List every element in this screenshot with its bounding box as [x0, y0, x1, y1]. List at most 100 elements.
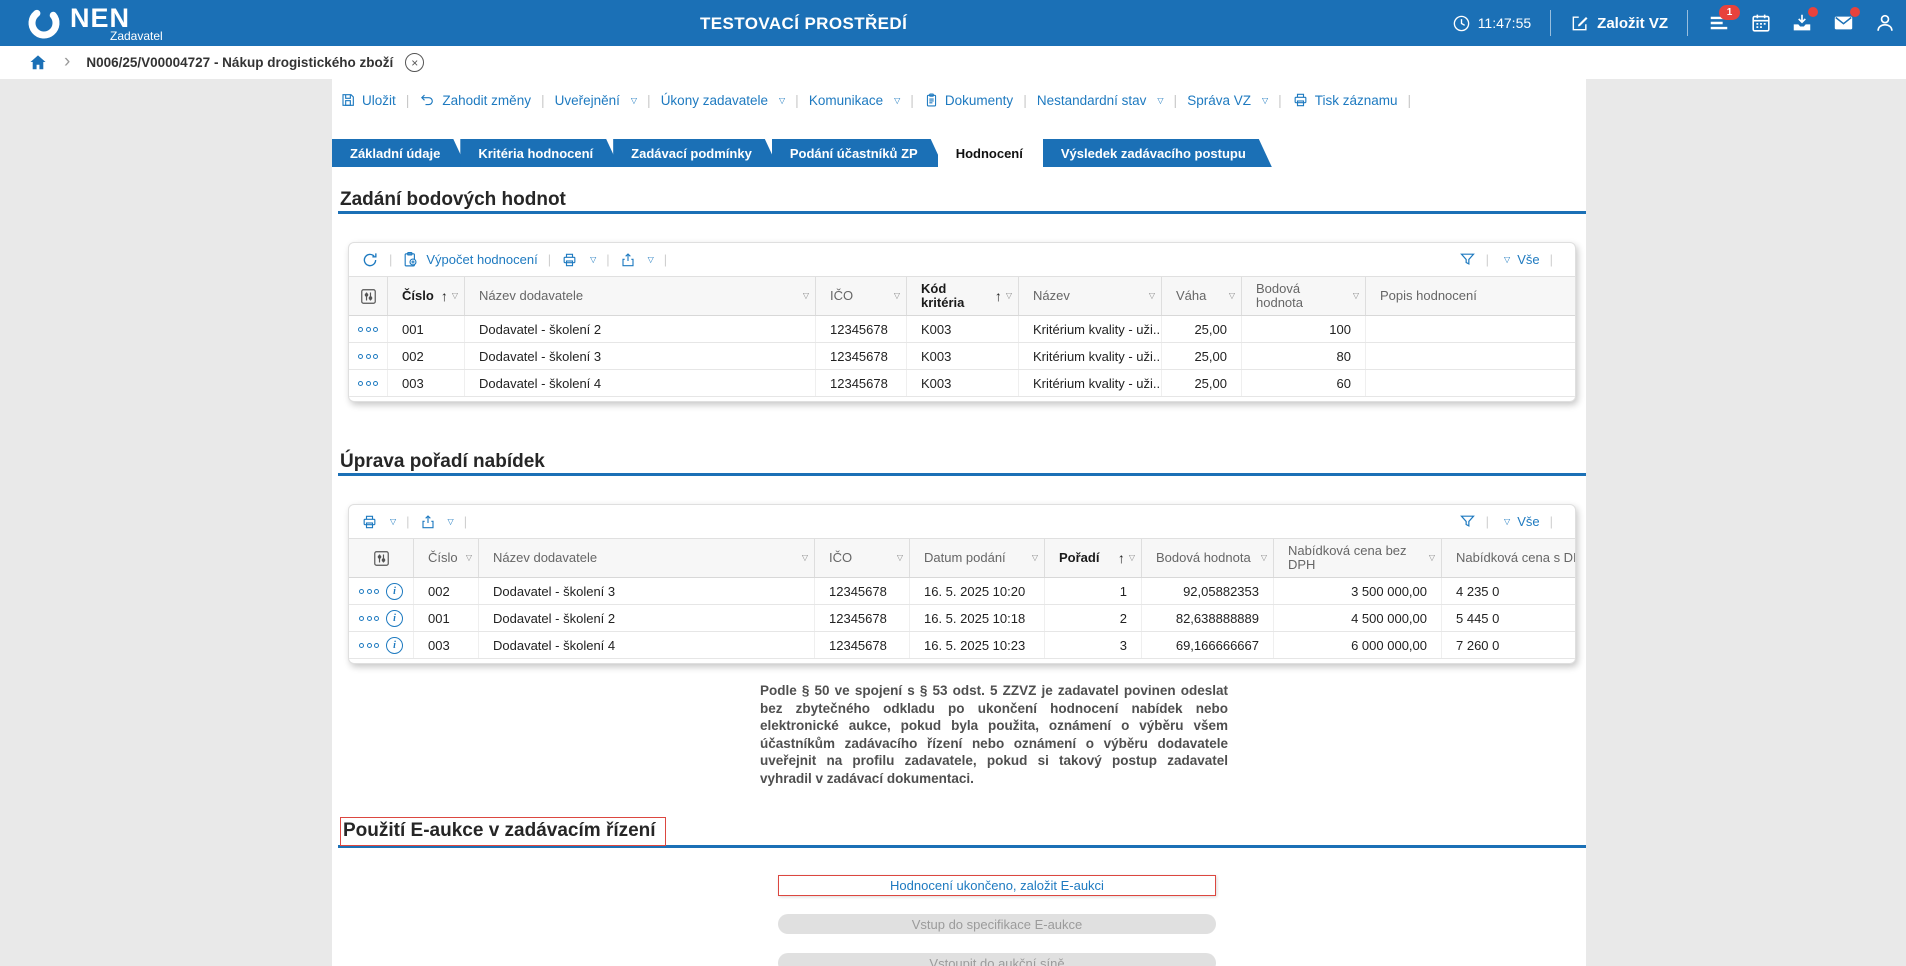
table-row[interactable]: i 001 Dodavatel - školení 2 12345678 16.…	[349, 605, 1575, 632]
filter-all-button[interactable]: ▽ Vše	[1499, 252, 1540, 267]
chevron-down-icon: ▽	[1504, 255, 1510, 264]
column-header-kod-kriteria[interactable]: Kód kritéria ↑▽	[906, 277, 1018, 315]
messages-button[interactable]	[1832, 12, 1855, 34]
sort-asc-icon: ↑	[995, 289, 1002, 303]
section-rule	[338, 473, 1586, 476]
column-settings-button[interactable]	[349, 539, 413, 577]
column-header-vaha[interactable]: Váha ▽	[1161, 277, 1241, 315]
info-icon[interactable]: i	[386, 637, 403, 654]
discard-changes-button[interactable]: Zahodit změny	[419, 92, 531, 108]
vz-management-menu[interactable]: Správa VZ ▽	[1187, 93, 1268, 108]
column-header-ico[interactable]: IČO ▽	[815, 277, 906, 315]
filter-caret-icon[interactable]: ▽	[1229, 289, 1235, 303]
calendar-button[interactable]	[1750, 12, 1772, 34]
filter-button[interactable]	[1459, 513, 1476, 530]
table-row[interactable]: i 002 Dodavatel - školení 3 12345678 16.…	[349, 578, 1575, 605]
table-row[interactable]: 003 Dodavatel - školení 4 12345678 K003 …	[349, 370, 1575, 397]
tab-zadavaci-podminky[interactable]: Zadávací podmínky	[613, 139, 778, 167]
finish-evaluation-create-eauction-button[interactable]: Hodnocení ukončeno, založit E-aukci	[778, 875, 1216, 896]
communication-menu[interactable]: Komunikace ▽	[809, 93, 900, 108]
downloads-button[interactable]	[1791, 12, 1813, 34]
column-settings-button[interactable]	[349, 277, 387, 315]
section-rule	[338, 211, 1586, 214]
tab-strip: Základní údaje Kritéria hodnocení Zadáva…	[332, 139, 1586, 167]
filter-caret-icon[interactable]: ▽	[1129, 551, 1135, 565]
save-button[interactable]: Uložit	[340, 92, 396, 108]
create-vz-button[interactable]: Založit VZ	[1570, 13, 1668, 33]
filter-caret-icon[interactable]: ▽	[452, 289, 458, 303]
filter-button[interactable]	[1459, 251, 1476, 268]
filter-caret-icon[interactable]: ▽	[803, 289, 809, 303]
contracting-authority-actions-menu[interactable]: Úkony zadavatele ▽	[661, 93, 785, 108]
row-actions-icon[interactable]	[359, 616, 379, 621]
column-header-cena-s-dph[interactable]: Nabídková cena s DPH	[1441, 539, 1576, 577]
table-row[interactable]: i 003 Dodavatel - školení 4 12345678 16.…	[349, 632, 1575, 659]
chevron-down-icon: ▽	[590, 255, 596, 264]
tab-hodnoceni[interactable]: Hodnocení	[938, 139, 1049, 167]
filter-caret-icon[interactable]: ▽	[1429, 551, 1435, 565]
table-row[interactable]: 002 Dodavatel - školení 3 12345678 K003 …	[349, 343, 1575, 370]
filter-caret-icon[interactable]: ▽	[1353, 289, 1359, 303]
column-header-nazev-dodavatele[interactable]: Název dodavatele ▽	[478, 539, 814, 577]
main-content-panel: Uložit | Zahodit změny | Uveřejnění ▽ | …	[332, 79, 1586, 966]
column-header-datum-podani[interactable]: Datum podání ▽	[909, 539, 1044, 577]
export-button[interactable]: ▽	[420, 514, 454, 530]
breadcrumb-current[interactable]: N006/25/V00004727 - Nákup drogistického …	[86, 55, 393, 70]
row-actions-icon[interactable]	[359, 589, 379, 594]
export-button[interactable]: ▽	[620, 252, 654, 268]
user-profile-button[interactable]	[1874, 12, 1896, 34]
chevron-down-icon: ▽	[779, 96, 785, 105]
calculate-icon	[402, 251, 419, 268]
documents-button[interactable]: Dokumenty	[924, 92, 1013, 108]
filter-caret-icon[interactable]: ▽	[802, 551, 808, 565]
tab-kriteria-hodnoceni[interactable]: Kritéria hodnocení	[460, 139, 619, 167]
filter-caret-icon[interactable]: ▽	[897, 551, 903, 565]
chevron-down-icon: ▽	[894, 96, 900, 105]
nen-logo-icon	[26, 5, 62, 41]
print-button[interactable]: ▽	[361, 514, 396, 530]
filter-caret-icon[interactable]: ▽	[1261, 551, 1267, 565]
tab-zakladni-udaje[interactable]: Základní údaje	[332, 139, 466, 167]
filter-caret-icon[interactable]: ▽	[1032, 551, 1038, 565]
table-row[interactable]: 001 Dodavatel - školení 2 12345678 K003 …	[349, 316, 1575, 343]
tab-vysledek[interactable]: Výsledek zadávacího postupu	[1043, 139, 1272, 167]
nonstandard-state-menu[interactable]: Nestandardní stav ▽	[1037, 93, 1164, 108]
column-header-popis-hodnoceni[interactable]: Popis hodnocení	[1365, 277, 1575, 315]
tab-podani-ucastniku[interactable]: Podání účastníků ZP	[772, 139, 944, 167]
column-header-cislo[interactable]: Číslo ↑▽	[387, 277, 464, 315]
print-button[interactable]: ▽	[561, 252, 596, 268]
publication-menu[interactable]: Uveřejnění ▽	[555, 93, 637, 108]
current-time: 11:47:55	[1478, 15, 1531, 31]
filter-caret-icon[interactable]: ▽	[1006, 289, 1012, 303]
filter-caret-icon[interactable]: ▽	[466, 551, 472, 565]
column-header-nazev-dodavatele[interactable]: Název dodavatele ▽	[464, 277, 815, 315]
row-actions-icon[interactable]	[359, 643, 379, 648]
ranking-table-toolbar: ▽ | ▽ | |	[349, 505, 1575, 538]
nen-application: NEN Zadavatel TESTOVACÍ PROSTŘEDÍ 11:47:…	[0, 0, 1906, 966]
sort-asc-icon: ↑	[441, 289, 448, 303]
print-record-button[interactable]: Tisk záznamu	[1292, 92, 1398, 108]
filter-caret-icon[interactable]: ▽	[894, 289, 900, 303]
info-icon[interactable]: i	[386, 583, 403, 600]
column-header-bodova-hodnota[interactable]: Bodová hodnota ▽	[1141, 539, 1273, 577]
nen-logo[interactable]: NEN Zadavatel	[26, 5, 163, 42]
home-icon[interactable]	[28, 53, 48, 72]
column-header-cena-bez-dph[interactable]: Nabídková cena bez DPH ▽	[1273, 539, 1441, 577]
column-header-nazev[interactable]: Název ▽	[1018, 277, 1161, 315]
row-actions-icon[interactable]	[358, 381, 378, 386]
column-header-ico[interactable]: IČO ▽	[814, 539, 909, 577]
column-header-poradi[interactable]: Pořadí ↑▽	[1044, 539, 1141, 577]
refresh-button[interactable]	[361, 251, 379, 269]
legal-note: Podle § 50 ve spojení s § 53 odst. 5 ZZV…	[760, 682, 1228, 787]
info-icon[interactable]: i	[386, 610, 403, 627]
filter-all-button[interactable]: ▽ Vše	[1499, 514, 1540, 529]
calculate-evaluation-button[interactable]: Výpočet hodnocení	[402, 251, 537, 268]
row-actions-icon[interactable]	[358, 354, 378, 359]
menu-button[interactable]: 1	[1707, 12, 1731, 34]
filter-caret-icon[interactable]: ▽	[1149, 289, 1155, 303]
column-header-cislo[interactable]: Číslo ▽	[413, 539, 478, 577]
enter-auction-room-button: Vstoupit do aukční síně	[778, 953, 1216, 966]
column-header-bodova-hodnota[interactable]: Bodová hodnota ▽	[1241, 277, 1365, 315]
close-icon[interactable]: ×	[405, 53, 424, 72]
row-actions-icon[interactable]	[358, 327, 378, 332]
